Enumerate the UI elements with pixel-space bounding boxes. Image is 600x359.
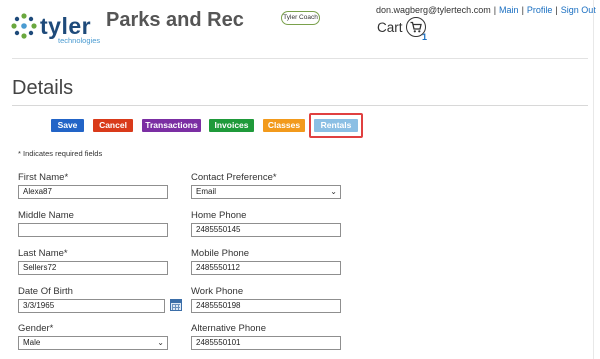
- contact-preference-label: Contact Preference*: [191, 172, 277, 183]
- work-phone-label: Work Phone: [191, 286, 244, 297]
- last-name-input[interactable]: Sellers72: [18, 261, 168, 275]
- header-divider: [12, 58, 588, 59]
- work-phone-input[interactable]: 2485550198: [191, 299, 341, 313]
- app-title: Parks and Rec: [106, 9, 244, 31]
- main-link[interactable]: Main: [499, 5, 519, 15]
- page-title: Details: [12, 77, 74, 99]
- home-phone-input[interactable]: 2485550145: [191, 223, 341, 237]
- last-name-label: Last Name*: [18, 248, 68, 259]
- tyler-coach-badge[interactable]: Tyler Coach: [281, 11, 320, 25]
- mobile-phone-label: Mobile Phone: [191, 248, 250, 259]
- home-phone-label: Home Phone: [191, 210, 247, 221]
- logo-subtext: technologies: [58, 36, 101, 45]
- user-email: don.wagberg@tylertech.com: [376, 5, 491, 15]
- alternative-phone-label: Alternative Phone: [191, 323, 266, 334]
- middle-name-input[interactable]: [18, 223, 168, 237]
- profile-link[interactable]: Profile: [527, 5, 553, 15]
- chevron-down-icon: ⌄: [157, 338, 164, 347]
- gender-select[interactable]: Male ⌄: [18, 336, 168, 350]
- cancel-button[interactable]: Cancel: [93, 119, 133, 132]
- sign-out-link[interactable]: Sign Out: [561, 5, 596, 15]
- classes-button[interactable]: Classes: [263, 119, 305, 132]
- nav-separator: |: [521, 5, 524, 15]
- nav-separator: |: [493, 5, 497, 15]
- tyler-logo[interactable]: tyler technologies: [11, 10, 101, 45]
- date-of-birth-input[interactable]: 3/3/1965: [18, 299, 165, 313]
- save-button[interactable]: Save: [51, 119, 84, 132]
- tyler-logo-icon: [11, 13, 37, 39]
- middle-name-label: Middle Name: [18, 210, 74, 221]
- title-divider: [12, 105, 588, 106]
- rentals-button[interactable]: Rentals: [314, 119, 358, 132]
- required-fields-note: * Indicates required fields: [18, 149, 103, 158]
- cart-count-badge: 1: [422, 32, 428, 42]
- alternative-phone-input[interactable]: 2485550101: [191, 336, 341, 350]
- contact-preference-selected-value: Email: [196, 187, 217, 196]
- contact-preference-select[interactable]: Email ⌄: [191, 185, 341, 199]
- calendar-icon[interactable]: [170, 299, 182, 311]
- page-right-border: [593, 0, 594, 359]
- first-name-label: First Name*: [18, 172, 69, 183]
- first-name-input[interactable]: Alexa87: [18, 185, 168, 199]
- cart-label[interactable]: Cart: [377, 20, 403, 35]
- top-nav: don.wagberg@tylertech.com | Main | Profile | S…: [376, 5, 596, 15]
- chevron-down-icon: ⌄: [330, 187, 337, 196]
- invoices-button[interactable]: Invoices: [209, 119, 254, 132]
- shopping-cart-icon: [410, 21, 422, 33]
- mobile-phone-input[interactable]: 2485550112: [191, 261, 341, 275]
- transactions-button[interactable]: Transactions: [142, 119, 201, 132]
- gender-label: Gender*: [18, 323, 54, 334]
- nav-separator: |: [555, 5, 558, 15]
- date-of-birth-label: Date Of Birth: [18, 286, 73, 297]
- gender-selected-value: Male: [23, 338, 41, 347]
